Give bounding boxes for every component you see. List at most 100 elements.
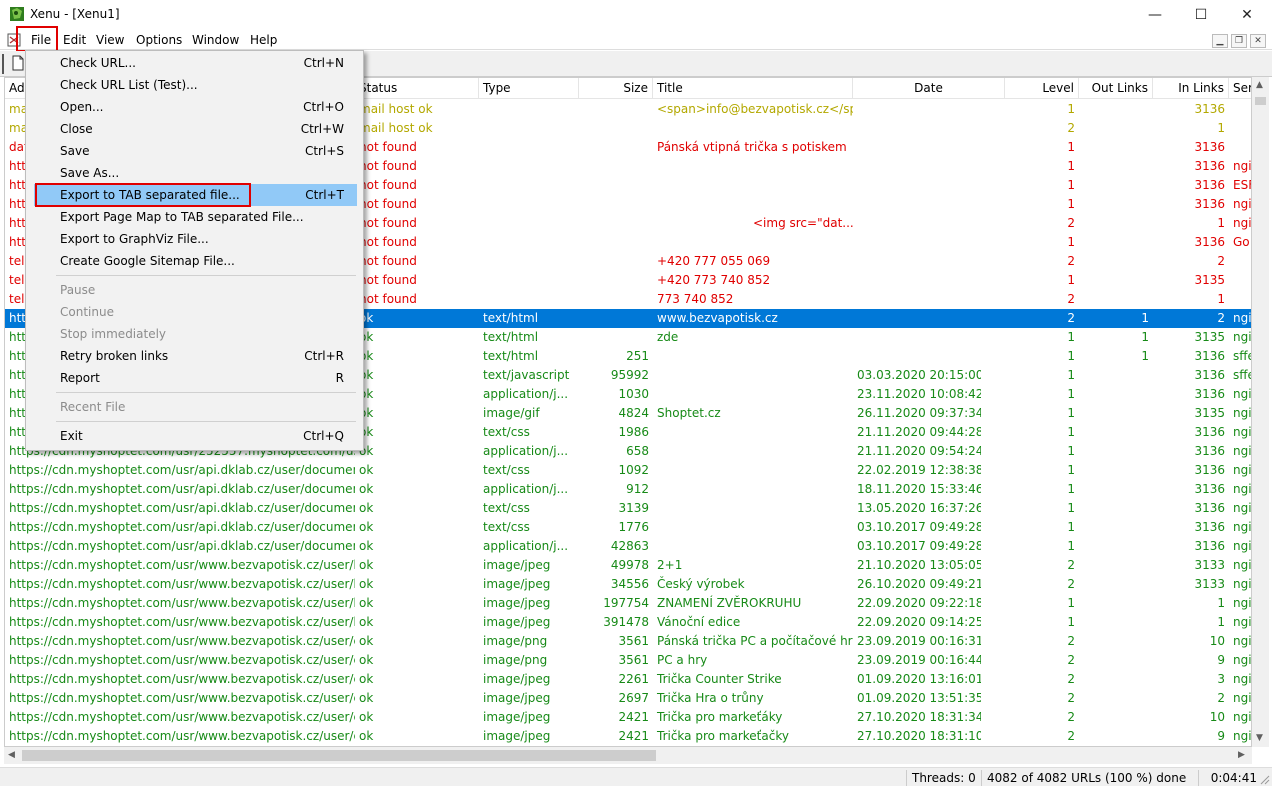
cell-size: 34556 — [610, 577, 649, 591]
file-menu-item-close[interactable]: Close Ctrl+W — [34, 118, 357, 140]
vertical-scroll-thumb[interactable] — [1255, 97, 1266, 105]
xenu-app-icon[interactable] — [9, 6, 25, 22]
cell-title — [653, 499, 853, 518]
cell-status: not found — [359, 254, 417, 268]
table-row[interactable]: https://cdn.myshoptet.com/usr/api.dklab.… — [5, 480, 1251, 499]
cell-level: 1 — [1067, 615, 1075, 629]
table-row[interactable]: https://cdn.myshoptet.com/usr/www.bezvap… — [5, 613, 1251, 632]
cell-in-links: 3136 — [1194, 197, 1225, 211]
horizontal-scroll-thumb[interactable] — [22, 750, 656, 761]
cell-out-links — [1079, 366, 1153, 385]
file-menu-item-report[interactable]: Report R — [34, 367, 357, 389]
cell-in-links: 3136 — [1194, 463, 1225, 477]
cell-out-links — [1079, 613, 1153, 632]
cell-out-links — [1079, 176, 1153, 195]
cell-status: ok — [359, 406, 374, 420]
cell-level: 1 — [1067, 273, 1075, 287]
cell-server: ngi — [1233, 444, 1252, 458]
cell-type — [479, 195, 579, 214]
cell-address: https://cdn.myshoptet.com/usr/api.dklab.… — [9, 463, 355, 477]
cell-level: 1 — [1067, 463, 1075, 477]
mdi-minimize-icon[interactable]: ▁ — [1212, 34, 1228, 48]
cell-type: image/png — [483, 653, 548, 667]
cell-server: ngi — [1233, 710, 1252, 724]
file-menu-item-export-page-map-to-tab-separated-file[interactable]: Export Page Map to TAB separated File... — [34, 206, 357, 228]
cell-date: 22.09.2020 09:14:25 — [857, 615, 981, 629]
menu-edit[interactable]: Edit — [61, 31, 88, 49]
cell-title: Trička Hra o trůny — [657, 691, 764, 705]
cell-date — [853, 328, 981, 347]
mdi-restore-icon[interactable]: ❐ — [1231, 34, 1247, 48]
cell-server: ngi — [1233, 330, 1252, 344]
column-server[interactable]: Ser — [1229, 78, 1251, 99]
column-out-links[interactable]: Out Links — [1079, 78, 1153, 99]
cell-date — [853, 100, 981, 119]
maximize-button[interactable]: ☐ — [1178, 0, 1224, 30]
table-row[interactable]: https://cdn.myshoptet.com/usr/api.dklab.… — [5, 518, 1251, 537]
cell-address: https://cdn.myshoptet.com/usr/www.bezvap… — [9, 634, 355, 648]
menu-window[interactable]: Window — [190, 31, 241, 49]
table-row[interactable]: https://cdn.myshoptet.com/usr/www.bezvap… — [5, 670, 1251, 689]
menu-item-label: Continue — [60, 305, 114, 319]
menu-view[interactable]: View — [94, 31, 126, 49]
table-row[interactable]: https://cdn.myshoptet.com/usr/www.bezvap… — [5, 708, 1252, 727]
cell-level: 2 — [1067, 311, 1075, 325]
cell-server: ngi — [1233, 729, 1252, 743]
table-row[interactable]: https://cdn.myshoptet.com/usr/api.dklab.… — [5, 461, 1251, 480]
vertical-scrollbar[interactable]: ▲ ▼ — [1252, 77, 1269, 747]
menu-options[interactable]: Options — [134, 31, 184, 49]
scroll-down-arrow-icon[interactable]: ▼ — [1256, 733, 1263, 743]
cell-title: +420 773 740 852 — [657, 273, 771, 287]
file-menu-item-check-url[interactable]: Check URL... Ctrl+N — [34, 52, 357, 74]
column-title[interactable]: Title — [653, 78, 853, 99]
table-row[interactable]: https://cdn.myshoptet.com/usr/www.bezvap… — [5, 556, 1251, 575]
column-type[interactable]: Type — [479, 78, 579, 99]
cell-level: 1 — [1067, 387, 1075, 401]
close-button[interactable]: ✕ — [1224, 0, 1270, 30]
resize-grip-icon[interactable] — [1258, 773, 1270, 785]
file-menu-item-create-google-sitemap-file[interactable]: Create Google Sitemap File... — [34, 250, 357, 272]
table-row[interactable]: https://cdn.myshoptet.com/usr/www.bezvap… — [5, 632, 1251, 651]
table-row[interactable]: https://cdn.myshoptet.com/usr/www.bezvap… — [5, 727, 1252, 746]
toolbar-grip — [2, 54, 4, 74]
file-menu-item-export-to-graphviz-file[interactable]: Export to GraphViz File... — [34, 228, 357, 250]
table-row[interactable]: https://cdn.myshoptet.com/usr/www.bezvap… — [5, 689, 1251, 708]
column-in-links[interactable]: In Links — [1153, 78, 1229, 99]
cell-address: https://cdn.myshoptet.com/usr/www.bezvap… — [9, 653, 355, 667]
minimize-button[interactable]: — — [1132, 0, 1178, 30]
cell-status: ok — [359, 425, 374, 439]
horizontal-scrollbar[interactable]: ◀ ▶ — [4, 747, 1252, 764]
scroll-right-arrow-icon[interactable]: ▶ — [1238, 750, 1245, 760]
mdi-close-icon[interactable]: ✕ — [1250, 34, 1266, 48]
cell-address: https://cdn.myshoptet.com/usr/www.bezvap… — [9, 729, 355, 743]
table-row[interactable]: https://cdn.myshoptet.com/usr/api.dklab.… — [5, 537, 1251, 556]
file-menu-item-save[interactable]: Save Ctrl+S — [34, 140, 357, 162]
new-document-icon[interactable] — [10, 55, 26, 71]
cell-status: ok — [359, 539, 374, 553]
cell-level: 1 — [1067, 406, 1075, 420]
file-menu-item-check-url-list-test[interactable]: Check URL List (Test)... — [34, 74, 357, 96]
scroll-up-arrow-icon[interactable]: ▲ — [1256, 80, 1263, 90]
file-menu-item-retry-broken-links[interactable]: Retry broken links Ctrl+R — [34, 345, 357, 367]
table-row[interactable]: https://cdn.myshoptet.com/usr/www.bezvap… — [5, 594, 1251, 613]
cell-status: ok — [359, 444, 374, 458]
column-size[interactable]: Size — [579, 78, 653, 99]
cell-date — [853, 195, 981, 214]
cell-date: 01.09.2020 13:16:01 — [857, 672, 981, 686]
file-menu-item-open[interactable]: Open... Ctrl+O — [34, 96, 357, 118]
cell-server: ngi — [1233, 159, 1252, 173]
file-menu-item-exit[interactable]: Exit Ctrl+Q — [34, 425, 357, 447]
scroll-left-arrow-icon[interactable]: ◀ — [8, 750, 15, 760]
cell-date — [853, 347, 981, 366]
cell-level: 1 — [1067, 425, 1075, 439]
table-row[interactable]: https://cdn.myshoptet.com/usr/www.bezvap… — [5, 575, 1251, 594]
column-level[interactable]: Level — [1005, 78, 1079, 99]
cell-out-links: 1 — [1141, 349, 1149, 363]
column-date[interactable]: Date — [853, 78, 1005, 99]
cell-level: 2 — [1067, 121, 1075, 135]
table-row[interactable]: https://cdn.myshoptet.com/usr/www.bezvap… — [5, 651, 1251, 670]
table-row[interactable]: https://cdn.myshoptet.com/usr/api.dklab.… — [5, 499, 1251, 518]
file-menu-item-save-as[interactable]: Save As... — [34, 162, 357, 184]
status-bar: Threads: 0 4082 of 4082 URLs (100 %) don… — [0, 767, 1272, 786]
menu-help[interactable]: Help — [248, 31, 279, 49]
